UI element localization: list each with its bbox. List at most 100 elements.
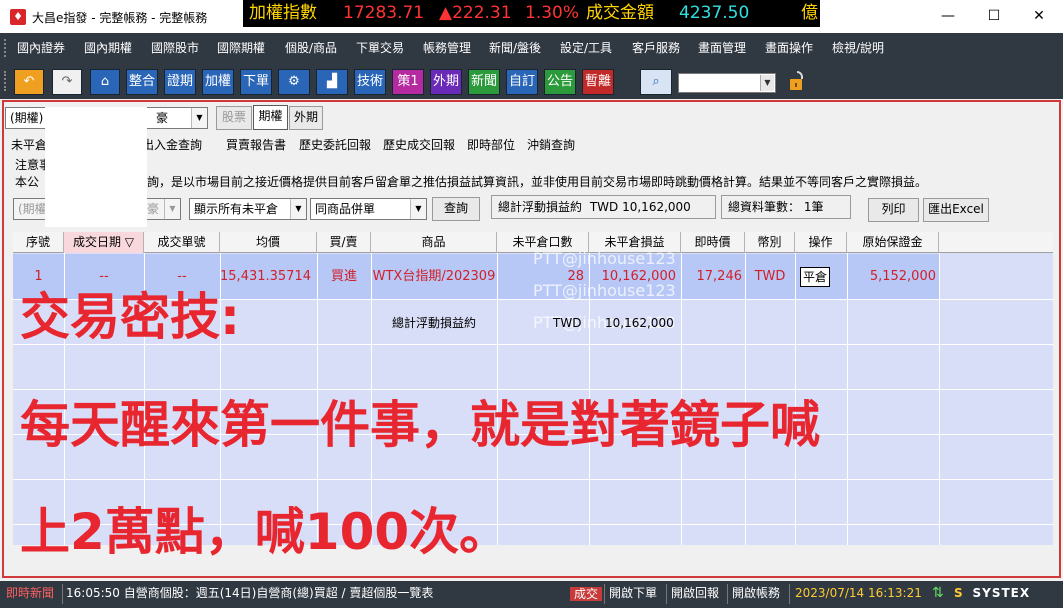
chevron-down-icon[interactable]: ▼ (290, 199, 306, 219)
filter-show-select[interactable]: 顯示所有未平倉 ▼ (189, 198, 307, 220)
toolbar-btn-stock-futures[interactable]: 證期 (164, 69, 196, 95)
menu-grip-icon[interactable] (4, 39, 8, 57)
search-icon[interactable]: ⌕ (640, 69, 672, 95)
app-logo-icon: ♦ (10, 9, 26, 25)
redo-icon[interactable]: ↷ (52, 69, 82, 95)
col-action[interactable]: 操作 (795, 232, 847, 253)
open-order-button[interactable]: 開啟下單 (609, 581, 657, 608)
ticker-label: 加權指數 (249, 3, 317, 23)
ticker-pct: 1.30% (525, 3, 580, 23)
news-label[interactable]: 即時新聞 (6, 581, 54, 608)
menu-news-afterhours[interactable]: 新聞/盤後 (489, 33, 541, 63)
col-date[interactable]: 成交日期 ▽ (64, 232, 144, 253)
subtab-order-history[interactable]: 歷史委託回報 (299, 135, 371, 155)
open-report-button[interactable]: 開啟回報 (671, 581, 719, 608)
filter-account-value: (期權 (18, 202, 47, 216)
chart-icon[interactable]: ▟ (316, 69, 348, 95)
separator (604, 584, 605, 604)
subtab-fill-history[interactable]: 歷史成交回報 (383, 135, 455, 155)
chevron-down-icon[interactable]: ▼ (410, 199, 426, 219)
overlay-line-1: 交易密技: (20, 288, 240, 346)
index-ticker: 加權指數 17283.71 ▲222.31 1.30% 成交金額 4237.50… (243, 0, 820, 27)
menu-customer-service[interactable]: 客戶服務 (632, 33, 680, 63)
subtab-trade-report[interactable]: 買賣報告書 (226, 135, 286, 155)
col-margin[interactable]: 原始保證金 (847, 232, 939, 253)
toolbar: ↶ ↷ ⌂ 整合 證期 加權 下單 ⚙ ▟ 技術 策1 外期 新聞 自訂 公告 … (0, 63, 1063, 99)
col-product[interactable]: 商品 (371, 232, 497, 253)
settings-gear-icon[interactable]: ⚙ (278, 69, 310, 95)
news-ticker-text[interactable]: 16:05:50 自營商個股：週五(14日)自營商(總)買超 / 賣超個股一覽表 (66, 581, 433, 608)
query-button[interactable]: 查詢 (432, 197, 480, 221)
chevron-down-icon[interactable]: ▼ (191, 108, 207, 128)
menu-domestic-securities[interactable]: 國內證券 (17, 33, 65, 63)
close-button[interactable]: ✕ (1024, 4, 1054, 28)
cell-lots: 28 (567, 269, 584, 284)
menu-screen-management[interactable]: 畫面管理 (698, 33, 746, 63)
status-bar: 即時新聞 16:05:50 自營商個股：週五(14日)自營商(總)買超 / 賣超… (0, 581, 1063, 608)
subtab-open-positions[interactable]: 未平倉 (11, 135, 47, 155)
subtab-deposit-withdrawal[interactable]: 出入金查詢 (142, 135, 202, 155)
total-float-label: 總計浮動損益約 (498, 200, 583, 214)
filter-show-value: 顯示所有未平倉 (194, 202, 279, 216)
deal-tag[interactable]: 成交 (570, 584, 603, 605)
filter-merge-select[interactable]: 同商品併單 ▼ (310, 198, 427, 220)
menu-intl-futures[interactable]: 國際期權 (217, 33, 265, 63)
col-avg-price[interactable]: 均價 (220, 232, 317, 253)
toolbar-search-combo[interactable]: ▼ (678, 73, 776, 93)
tab-foreign-futures[interactable]: 外期 (289, 106, 323, 130)
grid-line (847, 253, 848, 545)
col-side[interactable]: 買/賣 (317, 232, 371, 253)
toolbar-btn-news[interactable]: 新聞 (468, 69, 500, 95)
ticker-change: ▲222.31 (439, 3, 512, 23)
market-account-value: (期權) (10, 111, 44, 125)
unlock-icon[interactable] (788, 70, 806, 92)
undo-icon[interactable]: ↶ (14, 69, 44, 95)
menu-view-help[interactable]: 檢視/說明 (832, 33, 884, 63)
tab-futures-options[interactable]: 期權 (253, 105, 288, 130)
toolbar-grip-icon[interactable] (4, 71, 8, 91)
menu-intl-stocks[interactable]: 國際股市 (151, 33, 199, 63)
col-currency[interactable]: 幣別 (745, 232, 795, 253)
print-button[interactable]: 列印 (868, 198, 919, 222)
menu-account-management[interactable]: 帳務管理 (423, 33, 471, 63)
toolbar-btn-technical[interactable]: 技術 (354, 69, 386, 95)
close-position-button[interactable]: 平倉 (800, 267, 830, 287)
export-excel-button[interactable]: 匯出Excel (923, 198, 989, 222)
grid-line (939, 253, 940, 545)
subtab-offset-query[interactable]: 沖銷查詢 (527, 135, 575, 155)
toolbar-btn-strategy[interactable]: 策1 (392, 69, 424, 95)
home-icon[interactable]: ⌂ (90, 69, 120, 95)
col-order-no[interactable]: 成交單號 (144, 232, 220, 253)
separator (727, 584, 728, 604)
menu-domestic-futures[interactable]: 國內期權 (84, 33, 132, 63)
cell-margin: 5,152,000 (869, 269, 936, 284)
toolbar-btn-custom[interactable]: 自訂 (506, 69, 538, 95)
deal-tag-label: 成交 (570, 587, 603, 601)
chevron-down-icon[interactable]: ▼ (164, 199, 180, 219)
col-seq[interactable]: 序號 (13, 232, 64, 253)
toolbar-btn-announcement[interactable]: 公告 (544, 69, 576, 95)
minimize-button[interactable]: — (933, 4, 963, 28)
chevron-down-icon[interactable]: ▼ (760, 75, 774, 91)
toolbar-btn-weighted[interactable]: 加權 (202, 69, 234, 95)
cell-currency: TWD (754, 269, 786, 284)
toolbar-btn-away[interactable]: 暫離 (582, 69, 614, 95)
vendor-mark-icon: S (954, 586, 963, 600)
toolbar-btn-order[interactable]: 下單 (240, 69, 272, 95)
maximize-button[interactable]: ☐ (979, 4, 1009, 28)
grid-line (13, 479, 1053, 480)
col-price[interactable]: 即時價 (681, 232, 745, 253)
menu-settings-tools[interactable]: 設定/工具 (560, 33, 612, 63)
subtab-realtime-position[interactable]: 即時部位 (467, 135, 515, 155)
menu-screen-operation[interactable]: 畫面操作 (765, 33, 813, 63)
menu-stock-product[interactable]: 個股/商品 (285, 33, 337, 63)
toolbar-btn-integrate[interactable]: 整合 (126, 69, 158, 95)
total-count-value: 1筆 (803, 200, 824, 214)
menu-order-trading[interactable]: 下單交易 (356, 33, 404, 63)
total-float-box: 總計浮動損益約 TWD 10,162,000 (491, 195, 716, 219)
tab-stock[interactable]: 股票 (216, 106, 252, 130)
toolbar-btn-foreign-futures[interactable]: 外期 (430, 69, 462, 95)
filter-account-value-tail: 豪 (147, 202, 160, 216)
note-text: 詢，是以市場目前之接近價格提供目前客戶留倉單之推估損益試算資訊，並非使用目前交易… (147, 175, 928, 189)
open-account-button[interactable]: 開啟帳務 (732, 581, 780, 608)
